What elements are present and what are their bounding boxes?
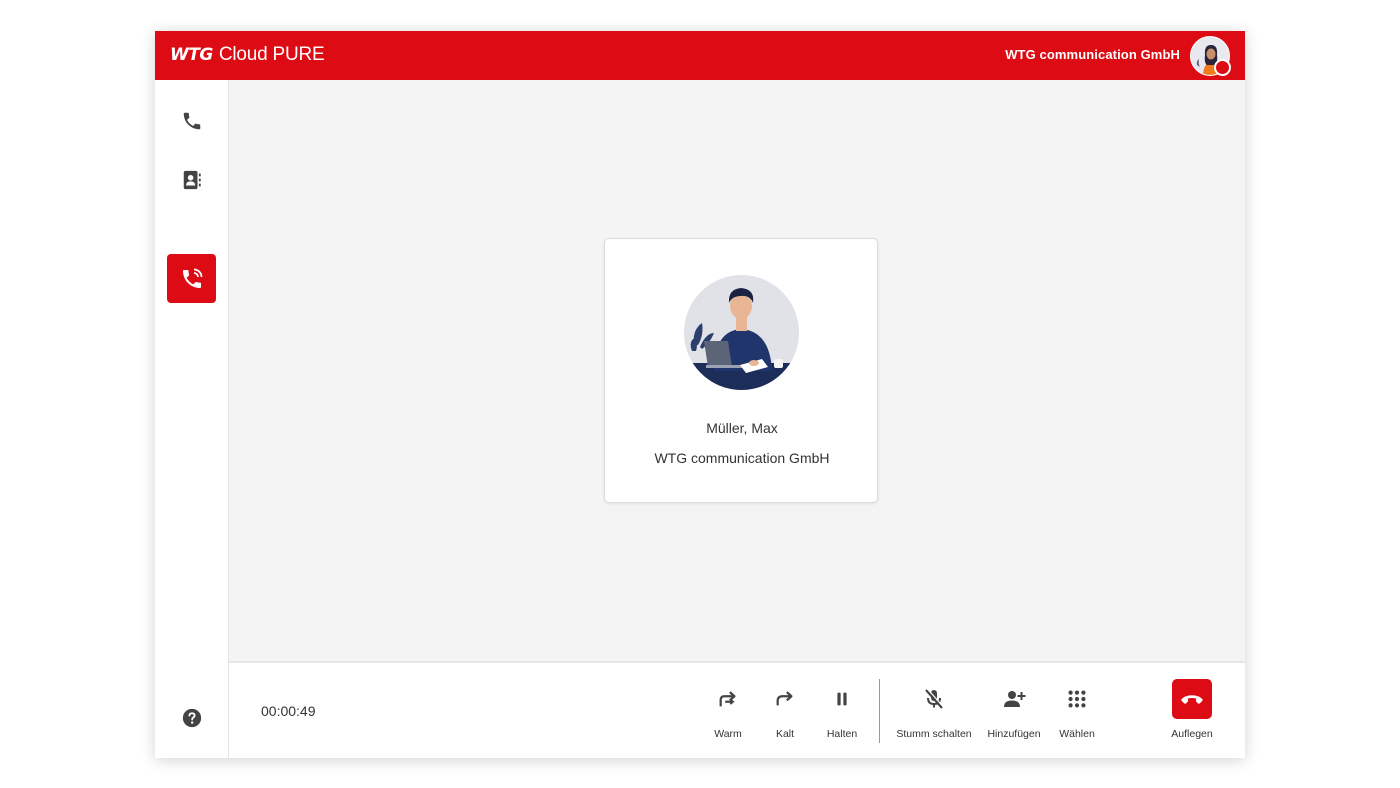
hangup-button[interactable]: Auflegen [1152,679,1232,749]
microphone-off-icon [925,688,944,709]
presence-status-indicator[interactable] [1214,59,1231,76]
call-timer: 00:00:49 [261,703,316,719]
contact-card: Müller, Max WTG communication GmbH [604,238,878,503]
contact-company: WTG communication GmbH [654,450,830,466]
phone-icon [183,112,200,129]
dialpad-button[interactable]: Wählen [1037,679,1117,749]
warm-transfer-icon [719,691,736,707]
address-book-icon [183,170,201,189]
add-participant-label: Hinzufügen [987,728,1041,740]
sidebar-item-phone[interactable] [167,96,216,145]
contact-name: Müller, Max [706,420,778,436]
help-icon [182,708,201,727]
sidebar-item-contacts[interactable] [167,155,216,204]
sidebar-item-help[interactable] [167,693,216,742]
hangup-label: Auflegen [1171,728,1213,740]
add-person-icon [1004,691,1026,707]
mute-button[interactable]: Stumm schalten [894,679,974,749]
sidebar-item-active-call[interactable] [167,254,216,303]
top-bar: WTG Cloud PURE WTG communication GmbH [155,31,1245,80]
warm-transfer-label: Warm [714,728,742,740]
contact-avatar [684,275,799,390]
logo-brand: WTG [170,45,213,65]
app-logo: WTG Cloud PURE [170,43,325,67]
hold-label: Halten [826,728,858,740]
main-call-area: Müller, Max WTG communication GmbH [229,80,1245,661]
dialpad-icon [1068,690,1086,708]
cold-transfer-label: Kalt [775,728,795,740]
hold-button[interactable]: Halten [802,679,882,749]
dialpad-label: Wählen [1059,728,1095,740]
control-divider [879,679,880,743]
call-control-bar: 00:00:49 Warm Kalt Halten Stumm schalten… [229,661,1245,758]
cold-transfer-icon [776,691,793,706]
company-name: WTG communication GmbH [1005,47,1180,62]
mute-label: Stumm schalten [896,728,972,740]
phone-ringing-icon [182,268,202,288]
app-window: WTG Cloud PURE WTG communication GmbH Mü… [155,31,1245,758]
logo-product: Cloud PURE [218,44,325,65]
hangup-icon [1181,695,1203,704]
pause-icon [837,692,847,706]
sidebar [155,80,229,758]
